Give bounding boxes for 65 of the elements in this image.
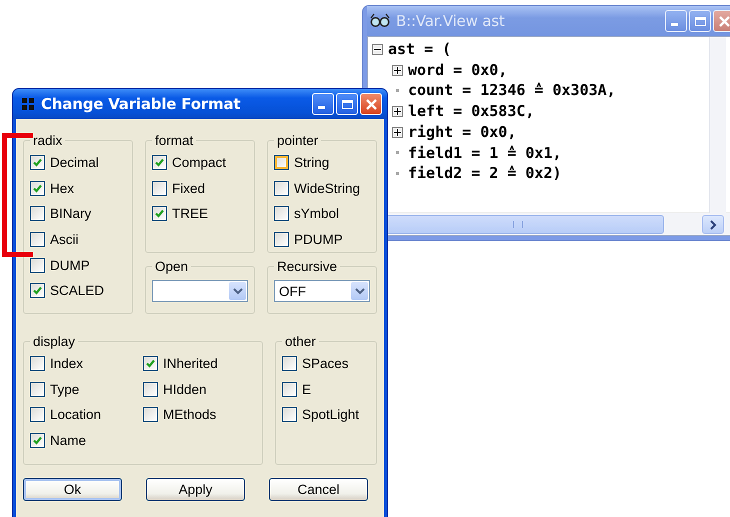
dialog-button[interactable]: Cancel	[269, 478, 368, 501]
checkbox[interactable]: Index	[30, 351, 143, 377]
checkbox[interactable]: BINary	[30, 201, 126, 227]
grid-icon	[21, 97, 35, 111]
close-button[interactable]	[713, 10, 730, 32]
checkbox[interactable]: Hex	[30, 176, 126, 202]
group-label: Open	[154, 259, 190, 274]
checkmark-icon	[32, 157, 43, 168]
checkmark-icon	[32, 182, 43, 194]
tree-item[interactable]: right = 0x0,	[408, 122, 516, 143]
close-icon	[364, 98, 378, 110]
checkbox[interactable]: SCALED	[30, 278, 126, 304]
checkmark-icon	[154, 208, 165, 220]
checkbox[interactable]: Name	[30, 428, 143, 454]
tree-item[interactable]: count = 12346 ≙ 0x303A,	[408, 80, 616, 102]
tree-item[interactable]: field2 = 2 ≙ 0x2)	[408, 163, 562, 184]
checkbox[interactable]: SpotLight	[282, 402, 370, 428]
dialog-button[interactable]: Apply	[146, 478, 245, 501]
checkbox[interactable]: Compact	[152, 150, 248, 176]
arrow-right-icon	[709, 220, 717, 230]
group-label: radix	[32, 133, 64, 148]
checkbox[interactable]: String	[274, 150, 370, 176]
window-title: B::Var.View ast	[396, 12, 504, 30]
tree-toggle[interactable]	[392, 126, 403, 138]
checkbox[interactable]: sYmbol	[274, 201, 370, 227]
vertical-scrollbar[interactable]	[709, 37, 726, 213]
dialog-button[interactable]: Ok	[23, 478, 122, 501]
checkbox[interactable]: Decimal	[30, 150, 126, 176]
checkbox[interactable]: WideString	[274, 176, 370, 202]
minimize-button[interactable]	[665, 10, 687, 32]
group-label: format	[154, 133, 194, 148]
group-label: display	[32, 334, 76, 349]
checkmark-icon	[32, 285, 43, 296]
checkbox[interactable]: Ascii	[30, 226, 126, 252]
group-label: pointer	[276, 133, 320, 148]
close-icon	[718, 14, 730, 28]
recursive-dropdown[interactable]: OFF	[274, 280, 370, 302]
window-title: Change Variable Format	[41, 95, 240, 113]
checkmark-icon	[32, 435, 43, 446]
checkbox[interactable]: Type	[30, 376, 143, 402]
group-label: Recursive	[276, 259, 338, 274]
open-dropdown[interactable]	[152, 280, 248, 302]
tree-toggle[interactable]	[372, 44, 383, 55]
checkbox[interactable]: SPaces	[282, 351, 370, 377]
checkbox[interactable]: HIdden	[143, 376, 256, 402]
tree-item[interactable]: ast = (	[388, 39, 452, 60]
tree-item[interactable]: field1 = 1 ≙ 0x1,	[408, 142, 562, 164]
checkmark-icon	[145, 358, 156, 370]
checkbox[interactable]: Fixed	[152, 176, 248, 202]
checkbox[interactable]: TREE	[152, 201, 248, 227]
checkbox[interactable]: DUMP	[30, 252, 126, 278]
checkbox[interactable]: INherited	[143, 351, 256, 377]
checkbox[interactable]: PDUMP	[274, 226, 370, 252]
group-label: other	[284, 334, 317, 349]
checkmark-icon	[154, 157, 165, 168]
checkbox[interactable]: E	[282, 376, 370, 402]
checkbox[interactable]: MEthods	[143, 402, 256, 428]
checkbox[interactable]: Location	[30, 402, 143, 428]
tree-item[interactable]: word = 0x0,	[408, 60, 508, 80]
tree-toggle[interactable]	[392, 106, 403, 117]
tree-toggle[interactable]	[392, 64, 403, 76]
glasses-icon	[370, 13, 390, 29]
tree-item[interactable]: left = 0x583C,	[408, 101, 534, 122]
scroll-right-button[interactable]	[702, 215, 724, 234]
maximize-button[interactable]	[689, 10, 711, 32]
